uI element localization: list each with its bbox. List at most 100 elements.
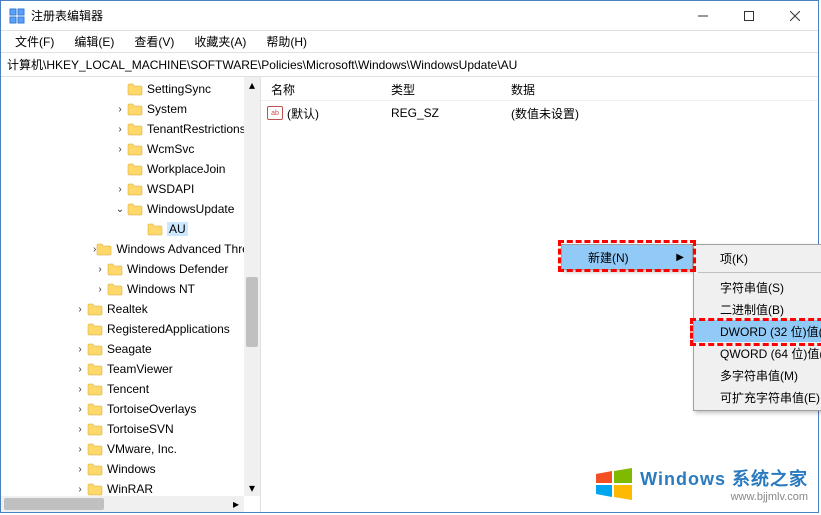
list-row[interactable]: ab (默认) REG_SZ(数值未设置) bbox=[261, 103, 818, 123]
ctx-key[interactable]: 项(K) bbox=[694, 247, 821, 269]
column-headers: 名称 类型 数据 bbox=[261, 77, 818, 101]
tree-item-label: SettingSync bbox=[147, 82, 211, 96]
string-icon: ab bbox=[267, 106, 283, 120]
tree-pane: SettingSync›System›TenantRestrictions›Wc… bbox=[1, 77, 261, 512]
tree-item[interactable]: ›TortoiseSVN bbox=[1, 419, 260, 439]
cell-data: (数值未设置) bbox=[501, 105, 818, 122]
tree-item[interactable]: › TortoiseOverlays bbox=[1, 399, 260, 419]
value-name: (默认) bbox=[287, 105, 319, 122]
watermark-title: Windows 系统之家 bbox=[640, 465, 808, 491]
scroll-right-icon[interactable]: ▸ bbox=[228, 496, 244, 512]
ctx-new[interactable]: 新建(N) ▶ bbox=[562, 245, 692, 269]
folder-icon bbox=[87, 402, 103, 416]
tree-item[interactable]: ›System bbox=[1, 99, 260, 119]
tree-item[interactable]: ›WSDAPI bbox=[1, 179, 260, 199]
menu-file[interactable]: 文件(F) bbox=[5, 31, 64, 52]
list-body[interactable]: ab (默认) REG_SZ(数值未设置) bbox=[261, 101, 818, 123]
tree-scrollbar-vertical[interactable]: ▴ ▾ bbox=[244, 77, 260, 496]
tree-item[interactable]: WorkplaceJoin bbox=[1, 159, 260, 179]
tree-item[interactable]: ›TeamViewer bbox=[1, 359, 260, 379]
tree-item[interactable]: ›Windows NT bbox=[1, 279, 260, 299]
menu-view[interactable]: 查看(V) bbox=[124, 31, 184, 52]
ctx-binary[interactable]: 二进制值(B) bbox=[694, 298, 821, 320]
chevron-right-icon[interactable]: › bbox=[73, 384, 87, 395]
ctx-dword[interactable]: DWORD (32 位)值(D) bbox=[694, 320, 821, 342]
chevron-right-icon[interactable]: › bbox=[73, 424, 87, 435]
titlebar: 注册表编辑器 bbox=[1, 1, 818, 31]
tree-scrollbar-horizontal[interactable]: ◂ ▸ bbox=[1, 496, 244, 512]
tree-item[interactable]: ›Windows Advanced Threat Protection bbox=[1, 239, 260, 259]
chevron-right-icon[interactable]: › bbox=[113, 124, 127, 135]
col-data[interactable]: 数据 bbox=[501, 77, 818, 100]
chevron-right-icon[interactable]: › bbox=[73, 304, 87, 315]
tree-item[interactable]: ›Realtek bbox=[1, 299, 260, 319]
context-menu-new: 项(K) 字符串值(S) 二进制值(B) DWORD (32 位)值(D) QW… bbox=[693, 244, 821, 411]
chevron-right-icon[interactable]: › bbox=[113, 104, 127, 115]
folder-icon bbox=[147, 222, 163, 236]
chevron-right-icon[interactable]: › bbox=[93, 284, 107, 295]
close-button[interactable] bbox=[772, 1, 818, 31]
ctx-expand[interactable]: 可扩充字符串值(E) bbox=[694, 386, 821, 408]
tree-item-label: Windows Defender bbox=[127, 262, 228, 276]
windows-logo-icon bbox=[594, 464, 634, 504]
chevron-down-icon[interactable]: ⌄ bbox=[113, 204, 127, 215]
tree-item-label: WindowsUpdate bbox=[147, 202, 234, 216]
tree-item[interactable]: › Windows Defender bbox=[1, 259, 260, 279]
chevron-right-icon[interactable]: › bbox=[73, 484, 87, 495]
tree-item-label: TortoiseOverlays bbox=[107, 402, 196, 416]
scroll-down-icon[interactable]: ▾ bbox=[244, 480, 260, 496]
chevron-right-icon[interactable]: › bbox=[73, 344, 87, 355]
folder-icon bbox=[87, 422, 103, 436]
tree-item[interactable]: SettingSync bbox=[1, 79, 260, 99]
tree-item[interactable]: › Tencent bbox=[1, 379, 260, 399]
context-menu-main: 新建(N) ▶ bbox=[561, 244, 693, 270]
scroll-up-icon[interactable]: ▴ bbox=[244, 77, 260, 93]
folder-icon bbox=[107, 262, 123, 276]
tree-item[interactable]: ›Seagate bbox=[1, 339, 260, 359]
folder-icon bbox=[87, 362, 103, 376]
ctx-multi[interactable]: 多字符串值(M) bbox=[694, 364, 821, 386]
chevron-right-icon: ▶ bbox=[676, 252, 684, 263]
tree-item-label: Tencent bbox=[107, 382, 149, 396]
folder-icon bbox=[96, 242, 112, 256]
minimize-button[interactable] bbox=[680, 1, 726, 31]
tree-item[interactable]: RegisteredApplications bbox=[1, 319, 260, 339]
tree-item[interactable]: ⌄ WindowsUpdate bbox=[1, 199, 260, 219]
col-name[interactable]: 名称 bbox=[261, 77, 381, 100]
tree-item[interactable]: › Windows bbox=[1, 459, 260, 479]
app-icon bbox=[9, 8, 25, 24]
chevron-right-icon[interactable]: › bbox=[73, 464, 87, 475]
maximize-button[interactable] bbox=[726, 1, 772, 31]
chevron-right-icon[interactable]: › bbox=[73, 364, 87, 375]
tree-item-label: TenantRestrictions bbox=[147, 122, 246, 136]
window-controls bbox=[680, 1, 818, 31]
path-text[interactable]: 计算机\HKEY_LOCAL_MACHINE\SOFTWARE\Policies… bbox=[7, 56, 812, 73]
menubar: 文件(F) 编辑(E) 查看(V) 收藏夹(A) 帮助(H) bbox=[1, 31, 818, 53]
tree-item[interactable]: ›VMware, Inc. bbox=[1, 439, 260, 459]
pathbar: 计算机\HKEY_LOCAL_MACHINE\SOFTWARE\Policies… bbox=[1, 53, 818, 77]
chevron-right-icon[interactable]: › bbox=[113, 184, 127, 195]
menu-help[interactable]: 帮助(H) bbox=[256, 31, 317, 52]
scroll-thumb-horizontal[interactable] bbox=[4, 498, 104, 510]
tree-item[interactable]: AU bbox=[1, 219, 260, 239]
watermark: Windows 系统之家 www.bjjmlv.com bbox=[594, 464, 808, 504]
tree-item[interactable]: ›WcmSvc bbox=[1, 139, 260, 159]
chevron-right-icon[interactable]: › bbox=[113, 144, 127, 155]
chevron-right-icon[interactable]: › bbox=[93, 264, 107, 275]
menu-edit[interactable]: 编辑(E) bbox=[64, 31, 124, 52]
chevron-right-icon[interactable]: › bbox=[73, 444, 87, 455]
chevron-right-icon[interactable]: › bbox=[73, 404, 87, 415]
ctx-qword[interactable]: QWORD (64 位)值(Q) bbox=[694, 342, 821, 364]
tree[interactable]: SettingSync›System›TenantRestrictions›Wc… bbox=[1, 79, 260, 499]
tree-item-label: WorkplaceJoin bbox=[147, 162, 225, 176]
ctx-string[interactable]: 字符串值(S) bbox=[694, 276, 821, 298]
scroll-thumb-vertical[interactable] bbox=[246, 277, 258, 347]
tree-item[interactable]: › TenantRestrictions bbox=[1, 119, 260, 139]
folder-icon bbox=[127, 122, 143, 136]
list-pane: 名称 类型 数据 ab (默认) REG_SZ(数值未设置) 新建(N) ▶ 项(K… bbox=[261, 77, 818, 512]
tree-item-label: Windows bbox=[107, 462, 156, 476]
col-type[interactable]: 类型 bbox=[381, 77, 501, 100]
menu-favorites[interactable]: 收藏夹(A) bbox=[184, 31, 256, 52]
cell-type: REG_SZ bbox=[381, 106, 501, 120]
window-title: 注册表编辑器 bbox=[31, 7, 680, 24]
